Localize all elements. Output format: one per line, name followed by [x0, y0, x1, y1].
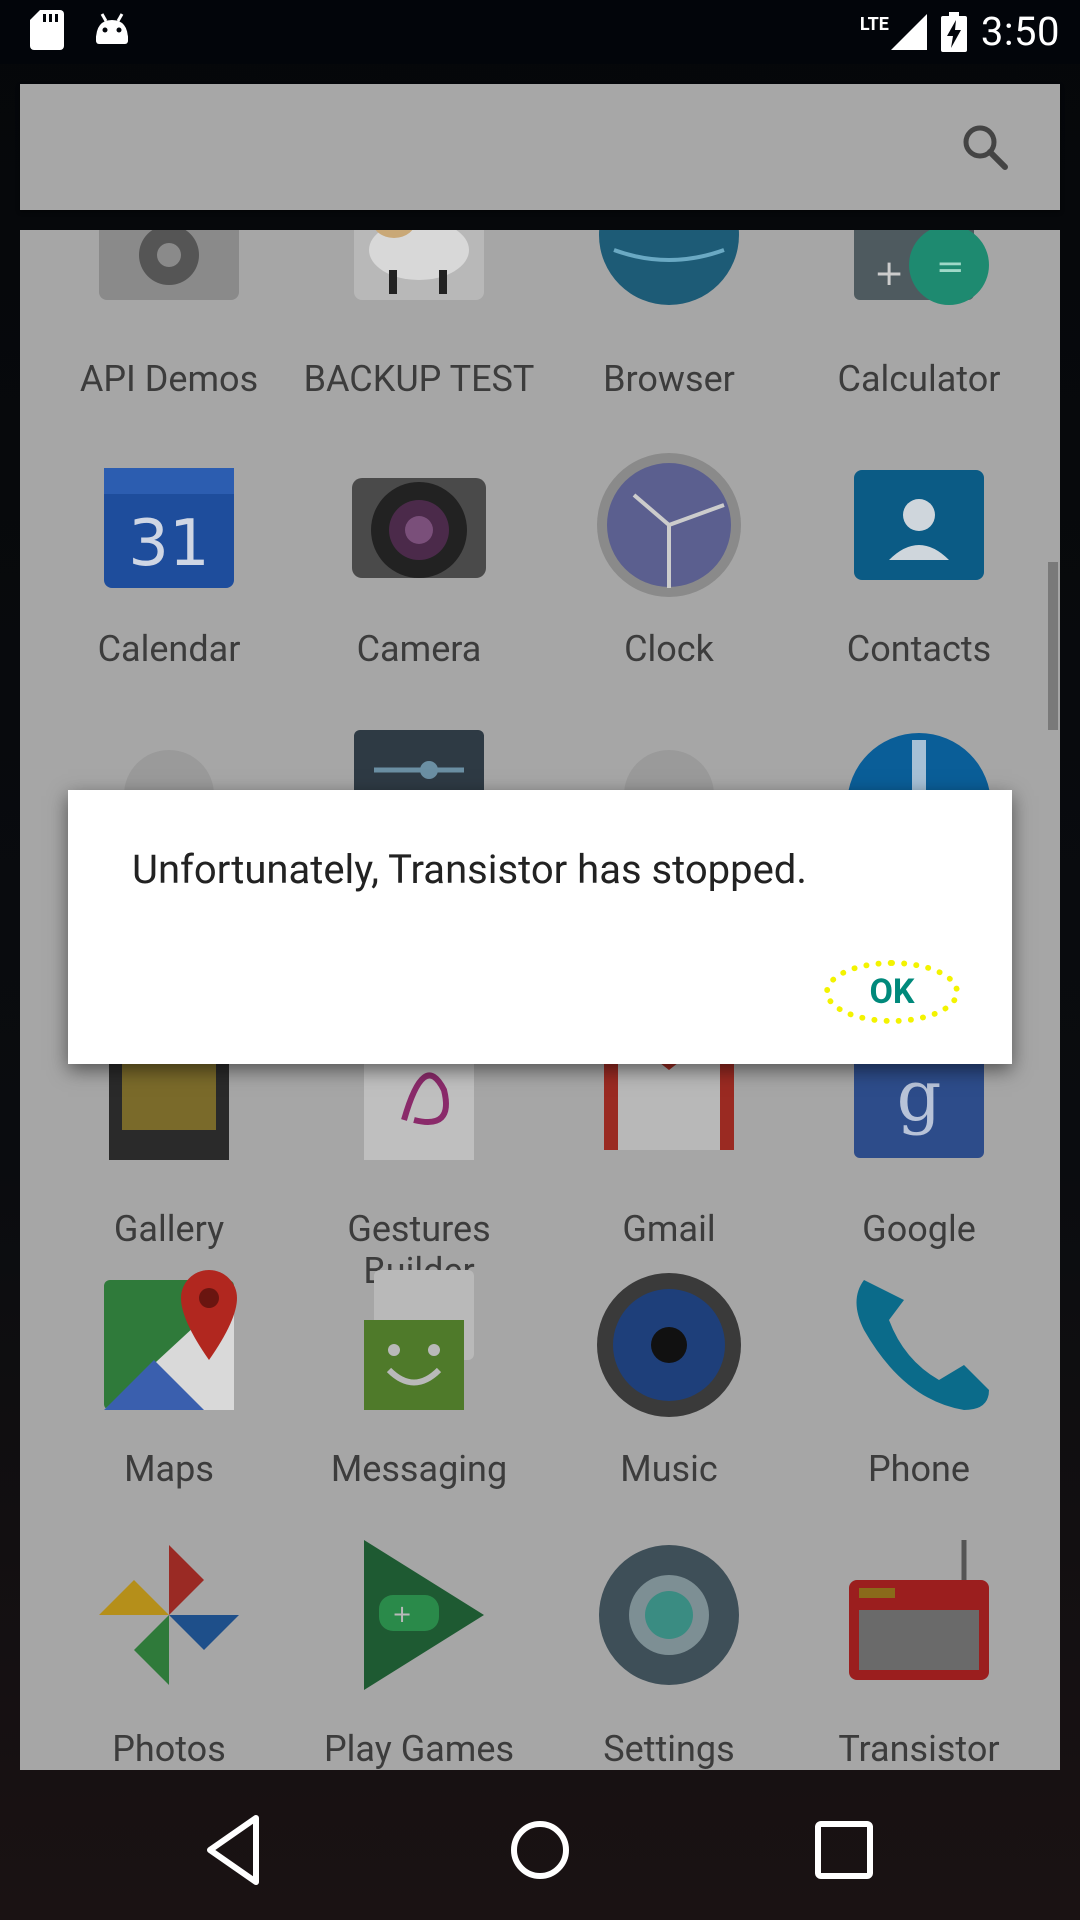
app-phone[interactable]: Phone: [794, 1270, 1044, 1510]
app-label: Maps: [124, 1448, 214, 1490]
app-google[interactable]: g Google: [794, 1030, 1044, 1270]
app-label: API Demos: [79, 358, 259, 400]
network-type-label: LTE: [859, 14, 889, 35]
app-label: Phone: [867, 1448, 971, 1490]
app-label: Messaging: [330, 1448, 508, 1490]
play-games-icon: +: [364, 1540, 484, 1690]
dialog-message: Unfortunately, Transistor has stopped.: [132, 846, 807, 893]
settings-icon: [599, 1545, 739, 1685]
transistor-icon: [849, 1540, 989, 1680]
status-bar: LTE 3:50: [0, 0, 1080, 64]
app-backup-test[interactable]: BACKUP TEST: [294, 230, 544, 430]
camera-icon: [352, 478, 486, 578]
messaging-icon: [364, 1270, 474, 1410]
app-label: Calendar: [97, 628, 241, 670]
svg-text:+: +: [874, 253, 904, 294]
app-label: Google: [862, 1208, 976, 1250]
app-label: Contacts: [846, 628, 992, 670]
android-icon: [96, 13, 128, 44]
app-music[interactable]: Music: [544, 1270, 794, 1510]
app-photos[interactable]: Photos: [44, 1540, 294, 1770]
app-api-demos[interactable]: API Demos: [44, 230, 294, 430]
home-icon[interactable]: [500, 1810, 580, 1890]
app-settings[interactable]: Settings: [544, 1540, 794, 1770]
app-label: Music: [620, 1448, 718, 1490]
app-label: Browser: [603, 358, 735, 400]
app-gmail[interactable]: Gmail: [544, 1030, 794, 1270]
app-maps[interactable]: Maps: [44, 1270, 294, 1510]
app-label: Gmail: [622, 1208, 716, 1250]
app-gestures-builder[interactable]: Gestures Builder: [294, 1030, 544, 1292]
error-dialog: Unfortunately, Transistor has stopped. O…: [68, 790, 1012, 1064]
search-bar[interactable]: [20, 84, 1060, 210]
svg-text:31: 31: [128, 507, 209, 581]
app-gallery[interactable]: Gallery: [44, 1030, 294, 1270]
ok-button[interactable]: OK: [824, 960, 960, 1024]
status-time: 3:50: [980, 8, 1060, 55]
app-label: Calculator: [837, 358, 1001, 400]
app-label: Transistor: [838, 1728, 1000, 1770]
api-demos-icon: [99, 230, 239, 300]
contacts-icon: [854, 470, 984, 580]
navigation-bar: [0, 1770, 1080, 1920]
app-clock[interactable]: Clock: [544, 450, 794, 690]
signal-icon: [890, 13, 927, 50]
recents-icon[interactable]: [804, 1810, 884, 1890]
screen: LTE 3:50 API Demos BACKUP TEST Browser +…: [0, 0, 1080, 1920]
sd-card-icon: [30, 10, 64, 50]
clock-icon: [597, 453, 741, 597]
phone-icon: [856, 1280, 989, 1410]
app-contacts[interactable]: Contacts: [794, 450, 1044, 690]
app-camera[interactable]: Camera: [294, 450, 544, 690]
app-label: Settings: [603, 1728, 735, 1770]
app-label: Camera: [356, 628, 482, 670]
app-calendar[interactable]: 31 Calendar: [44, 450, 294, 690]
app-label: Gallery: [113, 1208, 225, 1250]
svg-text:g: g: [897, 1055, 942, 1137]
app-calculator[interactable]: + = Calculator: [794, 230, 1044, 430]
app-messaging[interactable]: Messaging: [294, 1270, 544, 1510]
app-label: Photos: [112, 1728, 226, 1770]
app-label: BACKUP TEST: [303, 358, 535, 400]
app-transistor[interactable]: Transistor: [794, 1540, 1044, 1770]
battery-charging-icon: [940, 11, 967, 52]
svg-text:+: +: [392, 1600, 412, 1628]
svg-text:=: =: [936, 247, 965, 287]
app-browser[interactable]: Browser: [544, 230, 794, 430]
back-icon[interactable]: [196, 1810, 276, 1890]
maps-icon: [104, 1270, 237, 1410]
photos-icon: [99, 1545, 239, 1685]
backup-test-icon: [354, 230, 484, 300]
browser-icon: [599, 230, 739, 305]
app-play-games[interactable]: + Play Games: [294, 1540, 544, 1770]
app-label: Play Games: [323, 1728, 515, 1770]
calculator-icon: + =: [854, 230, 989, 305]
music-icon: [597, 1273, 741, 1417]
app-label: Clock: [624, 628, 714, 670]
scrollbar-thumb[interactable]: [1048, 562, 1058, 730]
calendar-icon: 31: [104, 468, 234, 588]
search-icon[interactable]: [960, 122, 1010, 172]
